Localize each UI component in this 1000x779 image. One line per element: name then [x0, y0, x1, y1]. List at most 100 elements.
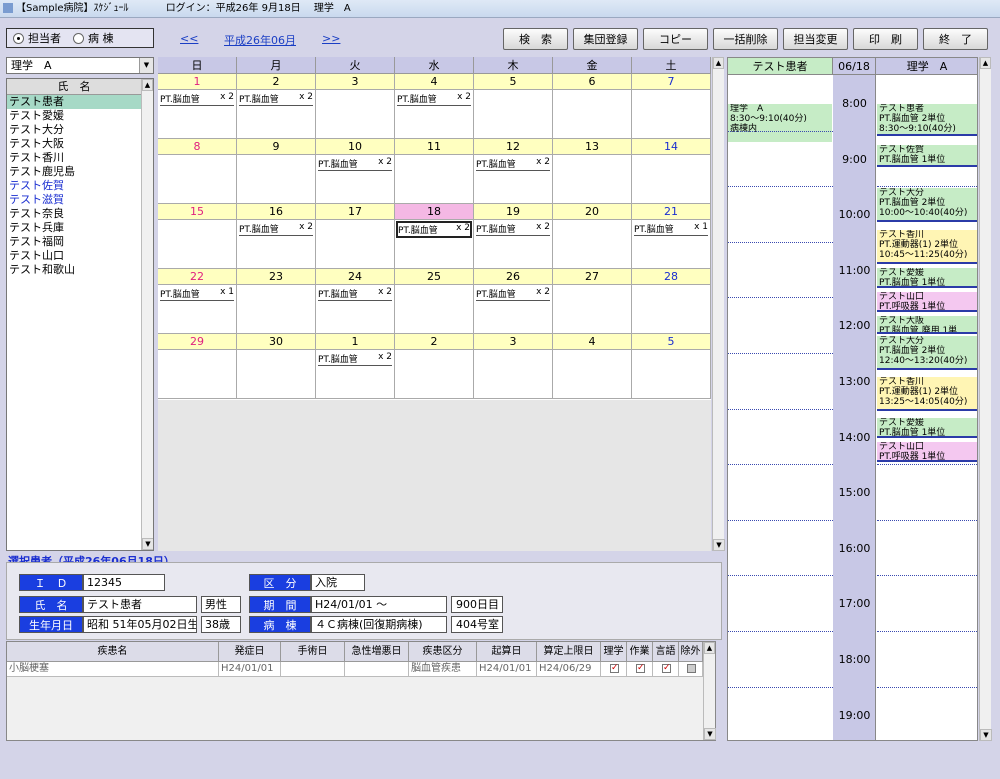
scroll-down-icon[interactable]: ▼ [704, 728, 716, 740]
table-header[interactable]: 理学 [601, 642, 627, 662]
calendar-day[interactable]: 19 PT.脳血管 x 2 [474, 204, 553, 269]
patient-list-item[interactable]: テスト佐賀 [7, 179, 141, 193]
table-header[interactable]: 疾患区分 [409, 642, 477, 662]
checkbox[interactable] [610, 662, 619, 675]
schedule-block[interactable]: テスト大分 PT.脳血管 2単位 10:00～10:40(40分) [877, 188, 977, 222]
schedule-block[interactable]: テスト佐賀 PT.脳血管 1単位 [877, 145, 977, 167]
schedule-block[interactable]: テスト患者 PT.脳血管 2単位 8:30～9:10(40分) [877, 104, 977, 136]
calendar-day[interactable]: 2 PT.脳血管 x 2 [237, 74, 316, 139]
calendar-day[interactable]: 3 [316, 74, 395, 139]
copy-button[interactable]: コピー [643, 28, 708, 50]
schedule-block[interactable]: テスト愛媛 PT.脳血管 1単位 [877, 268, 977, 288]
calendar-day[interactable]: 26 PT.脳血管 x 2 [474, 269, 553, 334]
calendar-day[interactable]: 9 [237, 139, 316, 204]
calendar-event[interactable]: PT.脳血管 x 2 [476, 222, 550, 236]
calendar-day[interactable]: 3 [474, 334, 553, 399]
patient-list-item[interactable]: テスト山口 [7, 249, 141, 263]
patient-list-item[interactable]: テスト香川 [7, 151, 141, 165]
calendar-scrollbar[interactable]: ▲ ▼ [712, 57, 725, 551]
calendar-event[interactable]: PT.脳血管 x 2 [318, 287, 392, 301]
patient-list-item[interactable]: テスト奈良 [7, 207, 141, 221]
calendar-day[interactable]: 12 PT.脳血管 x 2 [474, 139, 553, 204]
calendar-day[interactable]: 29 [158, 334, 237, 399]
calendar-day[interactable]: 8 [158, 139, 237, 204]
search-button[interactable]: 検 索 [503, 28, 568, 50]
schedule-block[interactable]: テスト大阪 PT.脳血管,廃用 1単 [877, 316, 977, 334]
table-header[interactable]: 急性増悪日 [345, 642, 409, 662]
calendar-event[interactable]: PT.脳血管 x 2 [160, 92, 234, 106]
table-cell[interactable]: H24/01/01 [219, 662, 281, 677]
table-header[interactable]: 除外 [679, 642, 703, 662]
calendar-event[interactable]: PT.脳血管 x 1 [634, 222, 708, 236]
table-cell[interactable] [281, 662, 345, 677]
table-cell[interactable]: H24/06/29 [537, 662, 601, 677]
schedule-block[interactable]: テスト香川 PT.運動器(1) 2単位 10:45～11:25(40分) [877, 230, 977, 264]
patient-list-item[interactable]: テスト大分 [7, 123, 141, 137]
table-cell[interactable]: H24/01/01 [477, 662, 537, 677]
scroll-up-icon[interactable]: ▲ [704, 642, 715, 654]
radio-tanto[interactable]: 担当者 [13, 30, 61, 46]
calendar-day[interactable]: 6 [553, 74, 632, 139]
radio-ward[interactable]: 病 棟 [73, 30, 114, 46]
calendar-event[interactable]: PT.脳血管 x 2 [318, 352, 392, 366]
scroll-up-icon[interactable]: ▲ [142, 79, 153, 91]
schedule-block[interactable]: テスト山口 PT.呼吸器 1単位 [877, 442, 977, 462]
calendar-day[interactable]: 20 [553, 204, 632, 269]
patient-list-item[interactable]: テスト患者 [7, 95, 141, 109]
calendar-day[interactable]: 7 [632, 74, 711, 139]
patient-list-item[interactable]: テスト鹿児島 [7, 165, 141, 179]
current-month-link[interactable]: 平成26年06月 [224, 32, 296, 48]
calendar-day[interactable]: 17 [316, 204, 395, 269]
calendar-day[interactable]: 25 [395, 269, 474, 334]
scroll-up-icon[interactable]: ▲ [980, 57, 991, 69]
scroll-up-icon[interactable]: ▲ [713, 57, 724, 69]
calendar-day[interactable]: 4 PT.脳血管 x 2 [395, 74, 474, 139]
staff-select[interactable]: 理学 A ▼ [6, 57, 154, 74]
exit-button[interactable]: 終 了 [923, 28, 988, 50]
patient-list-scrollbar[interactable]: ▲ ▼ [141, 79, 153, 550]
table-header[interactable]: 作業 [627, 642, 653, 662]
calendar-day[interactable]: 21 PT.脳血管 x 1 [632, 204, 711, 269]
bulk-delete-button[interactable]: 一括削除 [713, 28, 778, 50]
patient-list-item[interactable]: テスト和歌山 [7, 263, 141, 277]
scroll-down-icon[interactable]: ▼ [713, 539, 725, 551]
calendar-day[interactable]: 5 [474, 74, 553, 139]
calendar-day[interactable]: 18 PT.脳血管 x 2 [395, 204, 474, 269]
patient-list-item[interactable]: テスト愛媛 [7, 109, 141, 123]
schedule-block[interactable]: テスト愛媛 PT.脳血管 1単位 [877, 418, 977, 438]
calendar-day[interactable]: 27 [553, 269, 632, 334]
patient-list-item[interactable]: テスト福岡 [7, 235, 141, 249]
patient-list-item[interactable]: テスト大阪 [7, 137, 141, 151]
table-cell[interactable] [345, 662, 409, 677]
disease-table-scrollbar[interactable]: ▲ ▼ [703, 642, 716, 740]
schedule-block[interactable]: テスト山口 PT.呼吸器 1単位 [877, 292, 977, 312]
patient-schedule-block[interactable]: 理学 A 8:30～9:10(40分) 病棟内 [728, 104, 832, 142]
prev-month-link[interactable]: << [180, 32, 198, 45]
calendar-day[interactable]: 14 [632, 139, 711, 204]
change-staff-button[interactable]: 担当変更 [783, 28, 848, 50]
calendar-event[interactable]: PT.脳血管 x 2 [397, 92, 471, 106]
checkbox[interactable] [662, 662, 671, 675]
schedule-scrollbar[interactable]: ▲ ▼ [979, 57, 992, 741]
calendar-day[interactable]: 10 PT.脳血管 x 2 [316, 139, 395, 204]
calendar-day[interactable]: 22 PT.脳血管 x 1 [158, 269, 237, 334]
calendar-day[interactable]: 1 PT.脳血管 x 2 [158, 74, 237, 139]
calendar-day[interactable]: 28 [632, 269, 711, 334]
table-cell[interactable]: 脳血管疾患 [409, 662, 477, 677]
schedule-block[interactable]: テスト香川 PT.運動器(1) 2単位 13:25～14:05(40分) [877, 377, 977, 411]
calendar-day[interactable]: 2 [395, 334, 474, 399]
calendar-day[interactable]: 13 [553, 139, 632, 204]
table-header[interactable]: 手術日 [281, 642, 345, 662]
calendar-event[interactable]: PT.脳血管 x 2 [239, 92, 313, 106]
calendar-day[interactable]: 16 PT.脳血管 x 2 [237, 204, 316, 269]
table-header[interactable]: 言語 [653, 642, 679, 662]
patient-list-item[interactable]: テスト兵庫 [7, 221, 141, 235]
scroll-down-icon[interactable]: ▼ [980, 729, 992, 741]
calendar-day[interactable]: 11 [395, 139, 474, 204]
scroll-down-icon[interactable]: ▼ [142, 538, 153, 550]
print-button[interactable]: 印 刷 [853, 28, 918, 50]
calendar-day[interactable]: 5 [632, 334, 711, 399]
table-cell[interactable]: 小脳梗塞 [7, 662, 219, 677]
calendar-day[interactable]: 30 [237, 334, 316, 399]
table-header[interactable]: 起算日 [477, 642, 537, 662]
